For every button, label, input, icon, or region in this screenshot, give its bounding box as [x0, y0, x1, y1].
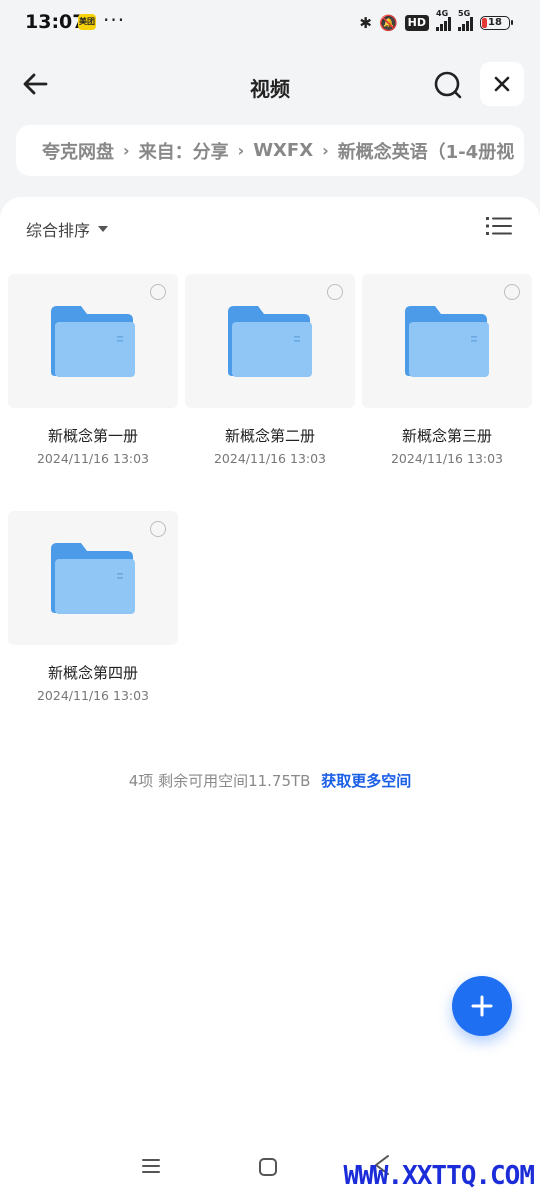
- status-bar: 13:07 美团 ··· ✱ 🔕 HD 4G 5G 18: [0, 0, 540, 46]
- file-list-panel: 综合排序 新概念第一册 2024/11/16 13:03 新概念第二册 2024…: [0, 197, 540, 1200]
- item-count: 4项: [128, 772, 154, 790]
- breadcrumb-item-new-concept[interactable]: 新概念英语（1-4册视: [338, 138, 515, 164]
- breadcrumb-item-wxfx[interactable]: WXFX: [253, 140, 313, 161]
- breadcrumb-item-quark-drive[interactable]: 夸克网盘: [42, 138, 114, 164]
- plus-icon: [471, 995, 493, 1017]
- folder-name: 新概念第二册: [224, 427, 315, 445]
- folder-date: 2024/11/16 13:03: [390, 451, 504, 466]
- list-view-icon: [486, 217, 512, 235]
- recent-apps-icon[interactable]: [142, 1158, 160, 1174]
- signal-4g-icon: 4G: [436, 9, 451, 31]
- chevron-right-icon: ›: [237, 141, 245, 160]
- folder-icon: [228, 306, 312, 377]
- folder-date: 2024/11/16 13:03: [213, 451, 327, 466]
- folder-date: 2024/11/16 13:03: [36, 688, 150, 703]
- folder-item[interactable]: 新概念第二册 2024/11/16 13:03: [185, 274, 355, 466]
- folder-icon: [51, 543, 135, 614]
- breadcrumb-item-shared[interactable]: 来自：分享: [139, 138, 229, 164]
- folder-icon: [405, 306, 489, 377]
- folder-name: 新概念第三册: [401, 427, 492, 445]
- list-view-toggle[interactable]: [486, 215, 512, 237]
- chevron-right-icon: ›: [322, 141, 329, 160]
- folder-icon: [51, 306, 135, 377]
- add-button[interactable]: [452, 976, 512, 1036]
- folder-name: 新概念第一册: [47, 427, 138, 445]
- bluetooth-icon: ✱: [359, 14, 372, 32]
- select-checkbox[interactable]: [150, 521, 166, 537]
- close-icon: [494, 76, 510, 92]
- sort-dropdown[interactable]: 综合排序: [26, 217, 109, 241]
- folder-name: 新概念第四册: [47, 664, 138, 682]
- folder-item[interactable]: 新概念第四册 2024/11/16 13:03: [8, 511, 178, 703]
- search-button[interactable]: [432, 68, 466, 102]
- select-checkbox[interactable]: [327, 284, 343, 300]
- battery-icon: 18: [480, 16, 513, 30]
- storage-summary: 4项 剩余可用空间11.75TB 获取更多空间: [0, 770, 540, 791]
- status-icons: ✱ 🔕 HD 4G 5G 18: [359, 9, 513, 34]
- meituan-notification-icon: 美团: [78, 14, 96, 30]
- silent-mode-icon: 🔕: [378, 14, 398, 32]
- breadcrumb: 夸克网盘 › 来自：分享 › WXFX › 新概念英语（1-4册视: [16, 125, 524, 176]
- chevron-right-icon: ›: [123, 141, 130, 160]
- signal-5g-icon: 5G: [458, 9, 473, 31]
- status-time: 13:07: [25, 11, 86, 33]
- watermark-text: WWW.XXTTQ.COM: [343, 1161, 535, 1191]
- hd-icon: HD: [404, 15, 429, 31]
- home-icon[interactable]: [259, 1158, 277, 1176]
- folder-item[interactable]: 新概念第三册 2024/11/16 13:03: [362, 274, 532, 466]
- close-button[interactable]: [480, 62, 524, 106]
- arrow-left-icon: [23, 73, 48, 95]
- select-checkbox[interactable]: [504, 284, 520, 300]
- select-checkbox[interactable]: [150, 284, 166, 300]
- get-more-space-link[interactable]: 获取更多空间: [321, 772, 411, 790]
- folder-date: 2024/11/16 13:03: [36, 451, 150, 466]
- sort-label: 综合排序: [26, 221, 91, 240]
- remaining-space: 剩余可用空间11.75TB: [158, 772, 311, 790]
- search-icon: [434, 71, 462, 99]
- more-notifications-icon: ···: [103, 8, 126, 32]
- caret-down-icon: [98, 226, 109, 232]
- folder-item[interactable]: 新概念第一册 2024/11/16 13:03: [8, 274, 178, 466]
- back-button[interactable]: [20, 68, 52, 100]
